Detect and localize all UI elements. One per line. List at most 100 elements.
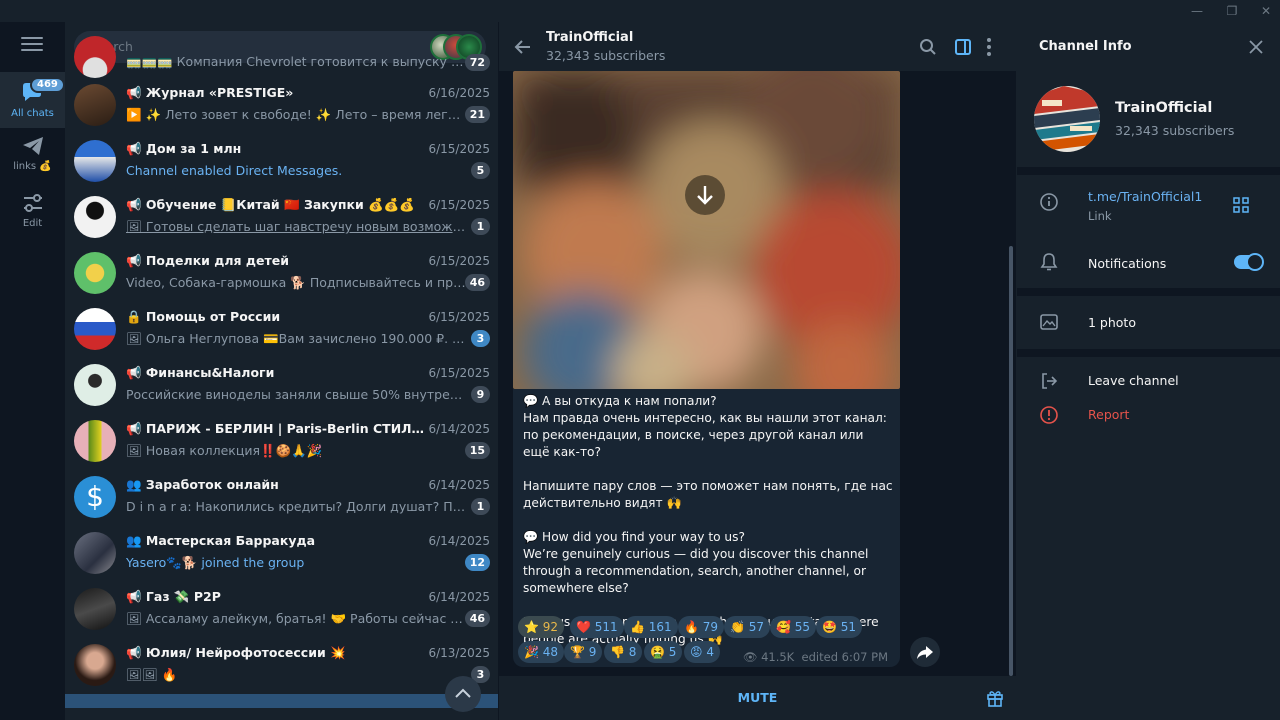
menu-icon[interactable]: [21, 37, 43, 55]
info-panel-title: Channel Info: [1039, 39, 1132, 54]
reaction-chip[interactable]: 👍 161: [624, 616, 678, 638]
all-chats-badge: 469: [30, 77, 65, 93]
reaction-chip[interactable]: 🥰 55: [770, 616, 817, 638]
unread-count: 72: [464, 54, 490, 71]
channel-info-panel: Channel Info TrainOfficial 32,343 subscr…: [1017, 22, 1280, 720]
channel-subscribers: 32,343 subscribers: [1115, 123, 1235, 138]
reaction-chip[interactable]: ❤️ 511: [570, 616, 624, 638]
more-vertical-icon[interactable]: [986, 37, 992, 57]
reaction-emoji: ❤️: [576, 620, 591, 634]
reaction-emoji: 👏: [730, 620, 745, 634]
reaction-count: 9: [588, 645, 597, 659]
chat-header-title[interactable]: TrainOfficial: [546, 30, 633, 45]
telegram-plane-icon: [22, 137, 43, 155]
reaction-chip[interactable]: 🔥 79: [678, 616, 725, 638]
chat-title: 📢 Юлия/ Нейрофотосессии 💥: [126, 645, 346, 660]
forward-button[interactable]: [910, 637, 940, 667]
leave-icon: [1042, 373, 1058, 389]
report-button[interactable]: Report: [1088, 407, 1129, 422]
reaction-count: 5: [668, 645, 677, 659]
back-arrow-icon[interactable]: [513, 37, 533, 57]
reaction-chip[interactable]: 🏆 9: [564, 641, 603, 663]
chat-date: 6/16/2025: [428, 86, 490, 100]
chat-row[interactable]: 📢 Юлия/ Нейрофотосессии 💥 6/13/2025 🖼🖼 🔥…: [65, 638, 498, 694]
scroll-to-top-button[interactable]: [445, 676, 481, 712]
folder-edit[interactable]: Edit: [0, 192, 65, 242]
reaction-chip[interactable]: 🎉 48: [518, 641, 565, 663]
reaction-chip[interactable]: 🤮 5: [644, 641, 683, 663]
chat-avatar: [74, 532, 116, 574]
unread-count: 46: [464, 610, 490, 627]
leave-channel-button[interactable]: Leave channel: [1088, 373, 1179, 388]
chat-avatar: [74, 196, 116, 238]
folder-edit-label: Edit: [22, 218, 43, 229]
reaction-emoji: 👎: [610, 645, 625, 659]
folder-rail: 469 All chats links 💰 Edit: [0, 22, 65, 720]
search-icon[interactable]: [919, 38, 937, 56]
chat-row-selected[interactable]: [65, 694, 498, 708]
minimize-button[interactable]: —: [1188, 3, 1206, 19]
reaction-count: 51: [840, 620, 857, 634]
chat-title: 📢 ПАРИЖ - БЕРЛИН | Paris-Berlin СТИЛЬНАЯ…: [126, 421, 426, 436]
section-separator: [1017, 288, 1280, 296]
chat-row[interactable]: 📢 Журнал «PRESTIGE» 6/16/2025 ▶️ ✨ Лето …: [65, 78, 498, 134]
sidebar-toggle-icon[interactable]: [954, 38, 972, 56]
chat-preview: 🖼 Готовы сделать шаг навстречу новым воз…: [126, 219, 466, 234]
notifications-toggle[interactable]: [1234, 253, 1264, 271]
chat-row[interactable]: 📢 Газ 💸 P2P 6/14/2025 🖼 Ассаламу алейкум…: [65, 582, 498, 638]
reaction-emoji: 🤩: [822, 620, 837, 634]
chat-row[interactable]: 📢 Дом за 1 млн 6/15/2025 Channel enabled…: [65, 134, 498, 190]
reaction-emoji: 🥰: [776, 620, 791, 634]
chat-title: 🔒 Помощь от России: [126, 309, 281, 324]
channel-avatar[interactable]: [1034, 86, 1100, 152]
photo-image: [513, 71, 900, 389]
chat-row[interactable]: 👥 Мастерская Барракуда 6/14/2025 Yasero🐾…: [65, 526, 498, 582]
chat-avatar: [74, 364, 116, 406]
chat-row[interactable]: 📢 Финансы&Налоги 6/15/2025 Российские ви…: [65, 358, 498, 414]
section-separator: [1017, 349, 1280, 357]
download-button[interactable]: [685, 175, 725, 215]
bell-icon: [1040, 253, 1058, 271]
chat-bottom-bar: MUTE: [499, 676, 1016, 720]
photos-link[interactable]: 1 photo: [1088, 315, 1136, 330]
info-circle-icon: [1040, 193, 1058, 211]
chat-date: 6/15/2025: [428, 366, 490, 380]
reaction-emoji: ⭐: [524, 620, 539, 634]
chat-row[interactable]: 🚃🚃🚃 Компания Chevrolet готовится к выпус…: [65, 36, 498, 78]
reaction-chip[interactable]: 😡 4: [684, 641, 720, 663]
channel-link[interactable]: t.me/TrainOfficial1: [1088, 189, 1202, 204]
chat-row[interactable]: 📢 Поделки для детей 6/15/2025 Video, Соб…: [65, 246, 498, 302]
window-titlebar: — ❐ ✕: [0, 0, 1280, 22]
blurred-photo[interactable]: [513, 71, 900, 389]
share-arrow-icon: [917, 646, 933, 659]
reaction-count: 79: [702, 620, 719, 634]
chat-title: 📢 Дом за 1 млн: [126, 141, 242, 156]
chat-row[interactable]: 🔒 Помощь от России 6/15/2025 🖼 Ольга Нег…: [65, 302, 498, 358]
reaction-chip[interactable]: 🤩 51: [816, 616, 863, 638]
chat-title: 📢 Обучение 📒Китай 🇨🇳 Закупки 💰💰💰: [126, 197, 415, 212]
chat-row[interactable]: 📢 Обучение 📒Китай 🇨🇳 Закупки 💰💰💰 6/15/20…: [65, 190, 498, 246]
reaction-chip[interactable]: 👎 8: [604, 641, 643, 663]
folder-all-chats[interactable]: 469 All chats: [0, 72, 65, 128]
reaction-chip[interactable]: 👏 57: [724, 616, 771, 638]
reaction-count: 48: [542, 645, 559, 659]
folder-links[interactable]: links 💰: [0, 135, 65, 185]
chat-date: 6/15/2025: [428, 142, 490, 156]
close-window-button[interactable]: ✕: [1257, 3, 1275, 19]
chat-scrollbar[interactable]: [1009, 246, 1013, 676]
chat-row[interactable]: $ 👥 Заработок онлайн 6/14/2025 D i n a r…: [65, 470, 498, 526]
chat-row[interactable]: 📢 ПАРИЖ - БЕРЛИН | Paris-Berlin СТИЛЬНАЯ…: [65, 414, 498, 470]
reaction-emoji: 🏆: [570, 645, 585, 659]
reaction-chip[interactable]: ⭐ 92: [518, 616, 565, 638]
view-count: 41.5K: [761, 650, 795, 664]
mute-button[interactable]: MUTE: [499, 690, 1016, 705]
qr-code-icon[interactable]: [1233, 197, 1249, 213]
maximize-button[interactable]: ❐: [1223, 3, 1241, 19]
close-icon[interactable]: [1248, 39, 1264, 55]
eye-icon: 👁: [742, 650, 758, 664]
gift-icon[interactable]: [986, 689, 1004, 707]
chevron-up-icon: [455, 688, 471, 698]
toggle-knob: [1246, 253, 1264, 271]
notifications-label: Notifications: [1088, 256, 1167, 271]
unread-count: 15: [464, 442, 490, 459]
